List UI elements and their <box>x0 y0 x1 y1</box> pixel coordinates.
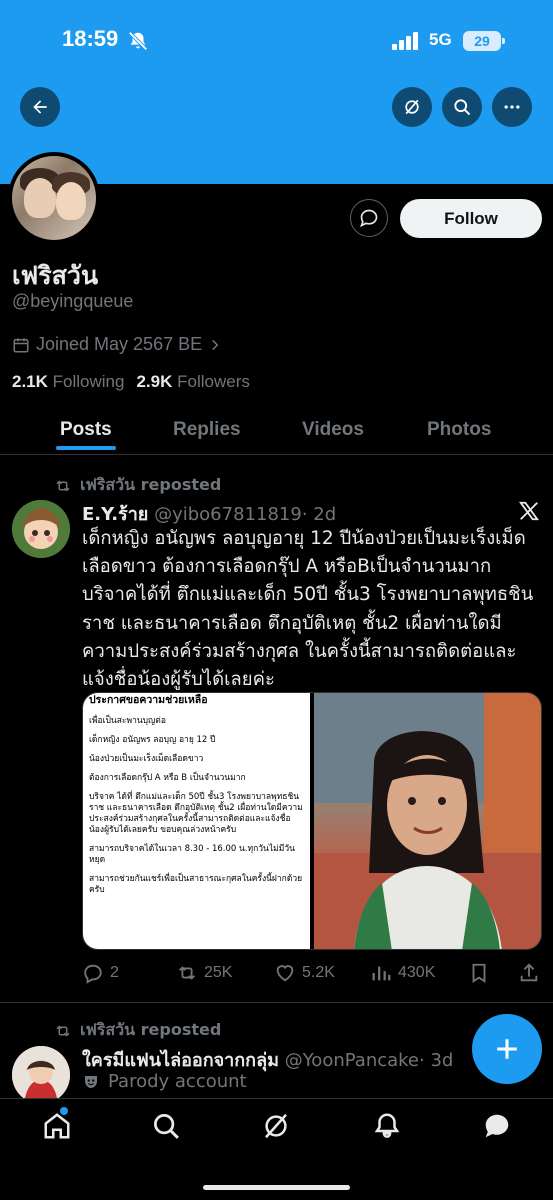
grok-icon <box>405 99 419 115</box>
tweet-author-avatar[interactable] <box>12 500 70 558</box>
parody-badge: Parody account <box>82 1071 247 1092</box>
arrow-left-icon <box>33 100 47 114</box>
share-icon <box>520 963 538 982</box>
share-button[interactable] <box>518 962 540 984</box>
search-icon[interactable] <box>151 1111 181 1141</box>
back-button[interactable] <box>20 87 60 127</box>
search-icon <box>454 99 471 116</box>
calendar-icon <box>13 337 29 352</box>
repost-count: 25K <box>204 964 233 981</box>
message-icon <box>360 209 378 228</box>
view-count: 430K <box>398 964 436 981</box>
like-button[interactable]: 5.2K <box>274 962 335 984</box>
reply-icon <box>84 964 102 984</box>
tab-posts[interactable]: Posts <box>60 419 112 441</box>
repost-text: เฟริสวัน reposted <box>80 475 222 494</box>
repost-button[interactable]: 25K <box>176 962 232 984</box>
repost-indicator: เฟริสวัน reposted <box>54 473 221 498</box>
grok-button[interactable] <box>392 87 432 127</box>
active-tab-indicator <box>56 446 116 450</box>
chevron-right-icon <box>212 339 219 350</box>
plus-icon <box>497 1039 517 1059</box>
doc-line: สามารถบริจาคได้ในเวลา 8.30 - 16.00 น.ทุก… <box>89 844 295 865</box>
joined-text: Joined May 2567 BE <box>36 334 203 354</box>
home-indicator <box>203 1185 350 1190</box>
doc-line: บริจาค ได้ที่ ตึกแม่และเด็ก 50ปี ชั้น3 โ… <box>89 792 303 835</box>
repost-text: เฟริสวัน reposted <box>80 1020 222 1039</box>
network-type: 5G <box>429 30 452 49</box>
girl-photo[interactable] <box>314 693 541 949</box>
repost-icon <box>56 479 70 492</box>
portrait-illustration <box>314 693 541 949</box>
reply-count: 2 <box>110 964 119 981</box>
post-divider <box>0 1002 553 1003</box>
tweet-text: เด็กหญิง อนัญพร ลอบุญอายุ 12 ปีน้องป่วยเ… <box>82 528 534 691</box>
doc-line: เด็กหญิง อนัญพร ลอบุญ อายุ 12 ปี <box>89 735 216 745</box>
tweet-author-name[interactable]: E.Y.ร้าย <box>82 504 148 525</box>
tweet-actions: 2 25K 5.2K 430K <box>82 962 542 986</box>
battery-indicator: 29 <box>463 31 505 51</box>
tweet-media[interactable]: ประกาศขอความช่วยเหลือ เพื่อเป็นสะพานบุญต… <box>82 692 542 950</box>
doc-line: น้องป่วยเป็นมะเร็งเม็ดเลือดขาว <box>89 754 204 764</box>
tweet-time: · 3d <box>419 1050 454 1071</box>
search-button[interactable] <box>442 87 482 127</box>
announcement-image[interactable]: ประกาศขอความช่วยเหลือ เพื่อเป็นสะพานบุญต… <box>83 693 310 949</box>
follow-stats: 2.1K Following 2.9K Followers <box>12 372 250 392</box>
parody-mask-icon <box>85 1075 97 1088</box>
more-options-button[interactable] <box>492 87 532 127</box>
doc-title: ประกาศขอความช่วยเหลือ <box>89 694 208 706</box>
tweet-author-handle[interactable]: @yibo67811819 <box>154 504 302 525</box>
doc-line: ต้องการเลือดกรุ๊ป A หรือ B เป็นจำนวนมาก <box>89 773 246 783</box>
follow-button[interactable]: Follow <box>400 199 542 238</box>
notifications-icon[interactable] <box>372 1111 402 1141</box>
parody-label: Parody account <box>108 1071 247 1092</box>
profile-handle: @beyingqueue <box>12 291 134 311</box>
like-count: 5.2K <box>302 964 335 981</box>
following-count: 2.1K <box>12 372 48 391</box>
bookmark-button[interactable] <box>468 962 490 984</box>
messages-icon[interactable] <box>482 1111 512 1141</box>
doc-line: สามารถช่วยกันแชร์เพื่อเป็นสาธารณะกุศลในค… <box>89 874 303 895</box>
bookmark-icon <box>472 963 486 983</box>
signal-icon <box>392 32 422 50</box>
avatar-illustration <box>12 500 70 558</box>
joined-date[interactable]: Joined May 2567 BE <box>12 334 222 355</box>
avatar-illustration <box>12 1046 70 1104</box>
profile-display-name: เฟริสวัน <box>12 261 99 290</box>
compose-post-button[interactable] <box>472 1014 542 1084</box>
repost-icon <box>56 1024 70 1037</box>
tweet-header: E.Y.ร้าย @yibo67811819· 2d <box>82 499 336 528</box>
views-icon <box>372 966 391 981</box>
following-link[interactable]: 2.1K Following <box>12 372 124 392</box>
tab-photos[interactable]: Photos <box>427 419 491 441</box>
tweet-author-name[interactable]: ใครมีแฟนไล่ออกจากกลุ่ม <box>82 1050 279 1071</box>
heart-icon <box>276 965 294 982</box>
notification-dot <box>60 1107 68 1115</box>
status-time: 18:59 <box>62 26 119 51</box>
message-button[interactable] <box>350 199 388 237</box>
grok-icon[interactable] <box>261 1111 291 1141</box>
repost-indicator: เฟริสวัน reposted <box>54 1018 221 1043</box>
more-icon <box>504 105 520 109</box>
tweet-header: ใครมีแฟนไล่ออกจากกลุ่ม @YoonPancake· 3d <box>82 1045 453 1074</box>
profile-avatar[interactable] <box>8 152 100 244</box>
tweet-time: · 2d <box>301 504 337 525</box>
reply-button[interactable]: 2 <box>82 962 119 984</box>
tab-videos[interactable]: Videos <box>302 419 364 441</box>
followers-label: Followers <box>177 372 250 391</box>
followers-link[interactable]: 2.9K Followers <box>136 372 249 392</box>
x-logo-icon <box>518 501 540 521</box>
views-button[interactable]: 430K <box>370 962 435 984</box>
bell-muted-icon <box>128 31 148 51</box>
followers-count: 2.9K <box>136 372 173 391</box>
tweet-author-avatar[interactable] <box>12 1046 70 1104</box>
repost-icon <box>179 966 195 980</box>
status-bar: 18:59 5G 29 <box>0 0 553 80</box>
tweet-author-handle[interactable]: @YoonPancake <box>285 1050 419 1071</box>
tab-replies[interactable]: Replies <box>173 419 241 441</box>
home-icon[interactable] <box>42 1111 72 1141</box>
doc-line: เพื่อเป็นสะพานบุญต่อ <box>89 716 166 726</box>
following-label: Following <box>52 372 125 391</box>
